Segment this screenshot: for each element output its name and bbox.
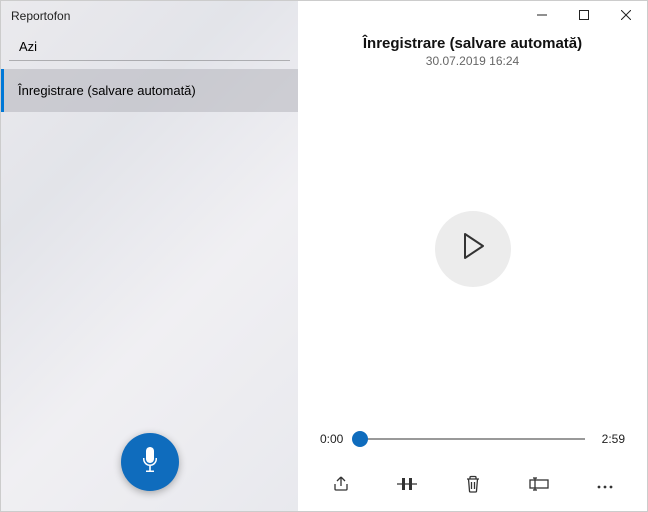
seek-slider[interactable] xyxy=(360,429,585,449)
seek-track-line xyxy=(360,438,585,440)
delete-icon xyxy=(465,475,481,498)
recording-datetime: 30.07.2019 16:24 xyxy=(298,54,647,68)
more-icon xyxy=(596,477,614,495)
recording-header: Înregistrare (salvare automată) 30.07.20… xyxy=(298,35,647,68)
recording-list-item[interactable]: Înregistrare (salvare automată) xyxy=(1,69,298,112)
share-button[interactable] xyxy=(329,474,353,498)
more-button[interactable] xyxy=(593,474,617,498)
microphone-icon xyxy=(139,446,161,479)
app-title: Reportofon xyxy=(1,1,298,29)
trim-icon xyxy=(397,475,417,498)
app-window: Reportofon Azi Înregistrare (salvare aut… xyxy=(0,0,648,512)
time-total: 2:59 xyxy=(595,432,625,446)
time-current: 0:00 xyxy=(320,432,350,446)
minimize-icon xyxy=(537,9,547,23)
recording-item-label: Înregistrare (salvare automată) xyxy=(18,83,196,98)
share-icon xyxy=(332,475,350,498)
play-area xyxy=(298,68,647,429)
main-panel: Înregistrare (salvare automată) 30.07.20… xyxy=(298,1,647,511)
rename-button[interactable] xyxy=(527,474,551,498)
bottom-toolbar xyxy=(298,461,647,511)
play-button[interactable] xyxy=(435,211,511,287)
delete-button[interactable] xyxy=(461,474,485,498)
close-button[interactable] xyxy=(605,1,647,31)
maximize-button[interactable] xyxy=(563,1,605,31)
window-controls xyxy=(298,1,647,31)
recording-title: Înregistrare (salvare automată) xyxy=(298,35,647,52)
timeline: 0:00 2:59 xyxy=(298,429,647,461)
trim-button[interactable] xyxy=(395,474,419,498)
rename-icon xyxy=(529,477,549,496)
sidebar: Reportofon Azi Înregistrare (salvare aut… xyxy=(1,1,298,511)
play-icon xyxy=(461,232,485,265)
minimize-button[interactable] xyxy=(521,1,563,31)
seek-thumb[interactable] xyxy=(352,431,368,447)
close-icon xyxy=(621,9,631,23)
date-group-label: Azi xyxy=(9,29,290,61)
maximize-icon xyxy=(579,9,589,23)
record-button[interactable] xyxy=(121,433,179,491)
